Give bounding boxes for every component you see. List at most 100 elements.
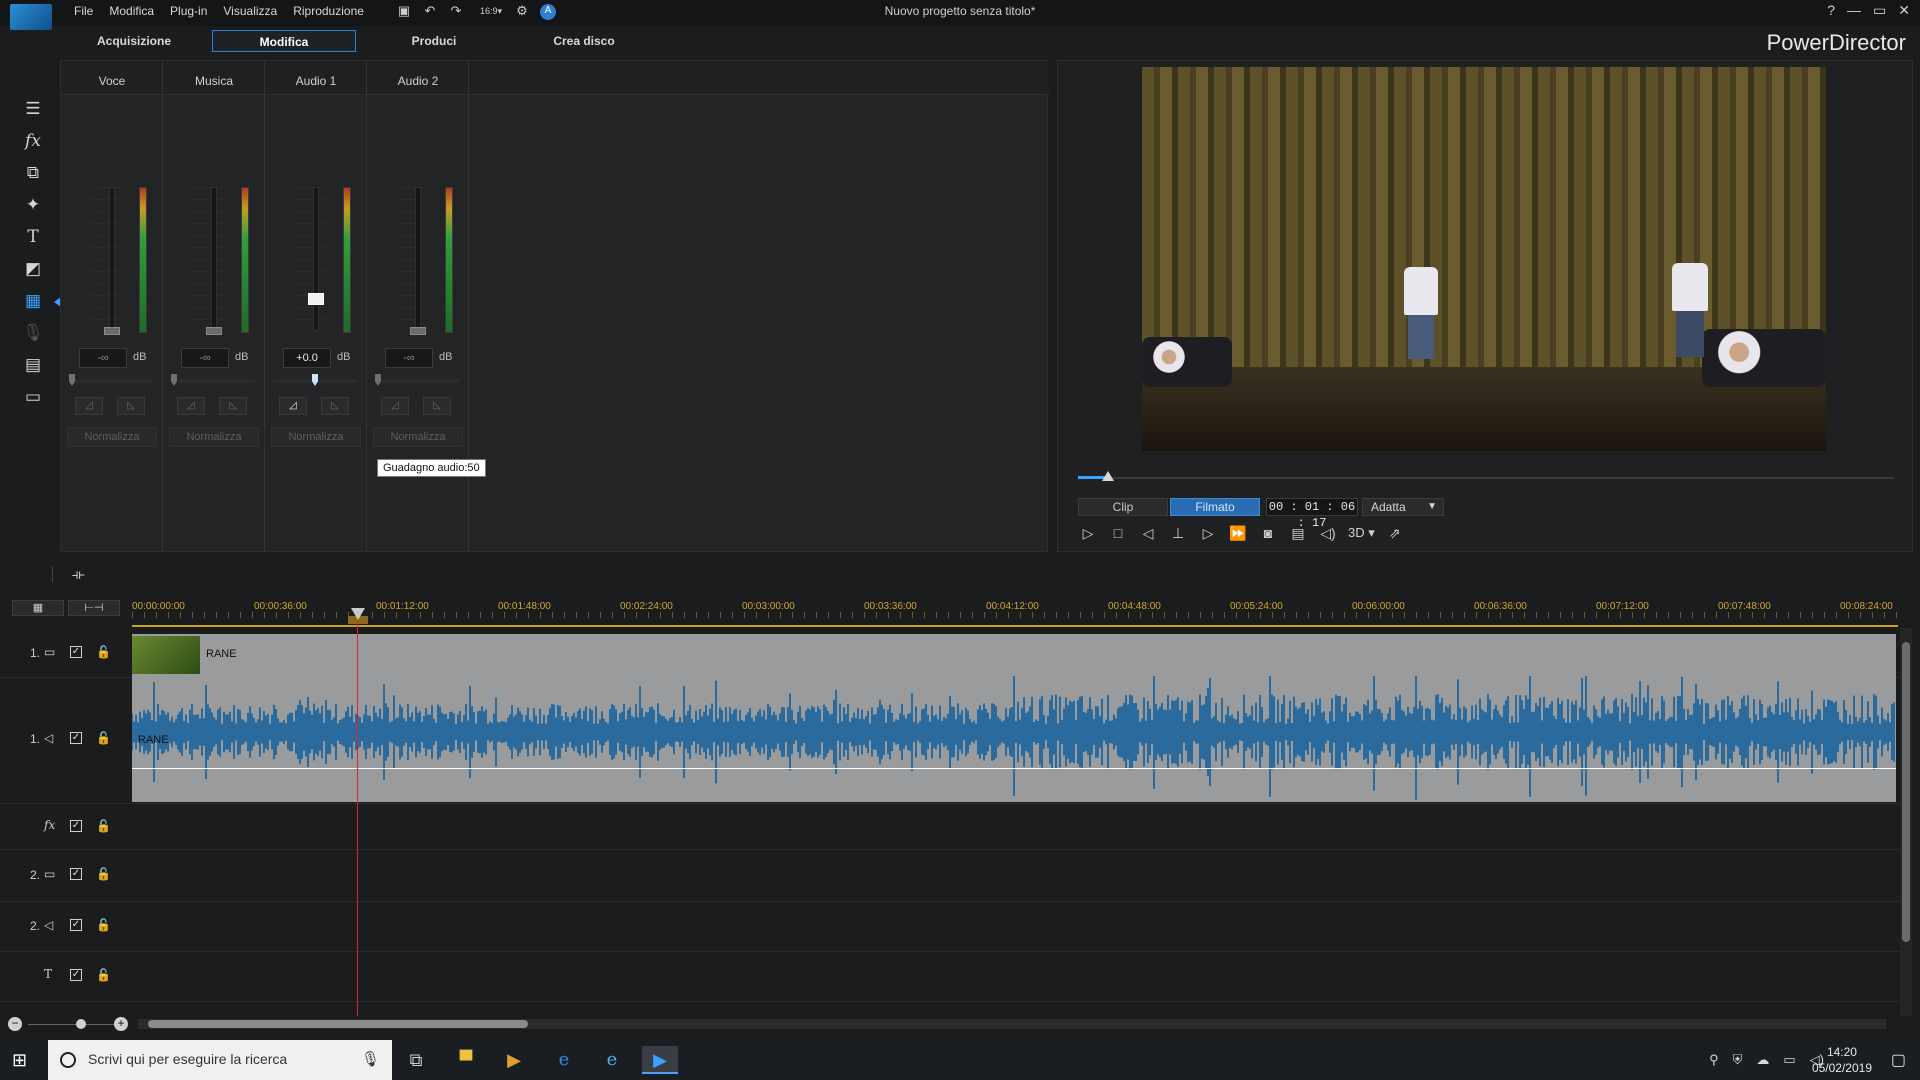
zoom-in-button[interactable]: +: [114, 1017, 128, 1031]
microphone-icon[interactable]: 🎙: [361, 1050, 380, 1068]
video-preview[interactable]: [1142, 67, 1826, 451]
fade-in-button[interactable]: ◿: [279, 397, 307, 415]
split-icon[interactable]: ⊥: [1168, 523, 1188, 543]
volume-fader-thumb[interactable]: [206, 327, 222, 335]
fade-out-button[interactable]: ◺: [117, 397, 145, 415]
track-enable-checkbox[interactable]: ✓: [70, 969, 82, 981]
track-enable-checkbox[interactable]: ✓: [70, 646, 82, 658]
normalize-button[interactable]: Normalizza: [373, 427, 463, 447]
pan-slider-thumb[interactable]: [69, 374, 75, 386]
minimize-icon[interactable]: —: [1847, 2, 1861, 19]
fade-in-button[interactable]: ◿: [177, 397, 205, 415]
media-player-icon[interactable]: ▶: [496, 1046, 532, 1074]
playback-scrubber-track[interactable]: [1078, 477, 1894, 479]
particle-room-icon[interactable]: ✦: [22, 194, 44, 216]
pip-room-icon[interactable]: ⧉: [22, 162, 44, 184]
horizontal-scroll-thumb[interactable]: [148, 1020, 528, 1028]
db-value-field[interactable]: -∞: [181, 348, 229, 368]
fit-view-button[interactable]: ⊢⊣: [68, 600, 120, 616]
snapshot-icon[interactable]: ◙: [1258, 523, 1278, 543]
lock-icon[interactable]: 🔓: [96, 867, 111, 881]
notification-center-icon[interactable]: ▢: [1891, 1050, 1906, 1070]
lock-icon[interactable]: 🔓: [96, 918, 111, 932]
audio-clip[interactable]: RANE: [132, 676, 1896, 802]
powerdirector-taskbar-icon[interactable]: ▶: [642, 1046, 678, 1074]
help-icon[interactable]: ?: [1827, 2, 1835, 19]
tab-modifica[interactable]: Modifica: [212, 30, 356, 52]
fx-room-icon[interactable]: fx: [22, 130, 44, 152]
track-manager-button[interactable]: ▦: [12, 600, 64, 616]
volume-icon[interactable]: ◁): [1318, 523, 1338, 543]
timeline-horizontal-scrollbar[interactable]: [138, 1019, 1886, 1029]
people-icon[interactable]: ⚲: [1709, 1052, 1719, 1068]
lock-icon[interactable]: 🔓: [96, 968, 111, 982]
task-view-icon[interactable]: ⧉: [398, 1046, 434, 1074]
db-value-field[interactable]: +0.0: [283, 348, 331, 368]
fast-forward-icon[interactable]: ⏩: [1228, 523, 1248, 543]
zoom-slider-track[interactable]: [28, 1024, 114, 1025]
clip-mode-button[interactable]: Clip: [1078, 498, 1168, 516]
subtitle-icon[interactable]: ▤: [1288, 523, 1308, 543]
tab-produci[interactable]: Produci: [362, 30, 506, 52]
volume-fader-thumb[interactable]: [308, 293, 324, 305]
fade-out-button[interactable]: ◺: [423, 397, 451, 415]
lock-icon[interactable]: 🔓: [96, 731, 111, 745]
pan-slider-thumb[interactable]: [171, 374, 177, 386]
timeline-ruler[interactable]: ▦ ⊢⊣ 00:00:00:00 00:00:36:00 00:01:12:00 00…: [0, 598, 1920, 618]
zoom-fit-dropdown[interactable]: Adatta ▼: [1362, 498, 1444, 516]
lock-icon[interactable]: 🔓: [96, 819, 111, 833]
taskbar-clock[interactable]: 14:20 05/02/2019: [1812, 1044, 1872, 1076]
previous-frame-icon[interactable]: ◁: [1138, 523, 1158, 543]
play-icon[interactable]: ▷: [1078, 523, 1098, 543]
onedrive-icon[interactable]: ☁: [1756, 1052, 1769, 1068]
restore-icon[interactable]: ▭: [1873, 2, 1886, 19]
playback-scrubber-thumb[interactable]: [1102, 471, 1114, 481]
tab-acquisizione[interactable]: Acquisizione: [62, 30, 206, 52]
zoom-slider-thumb[interactable]: [76, 1019, 86, 1029]
taskbar-search-box[interactable]: Scrivi qui per eseguire la ricerca 🎙: [48, 1040, 392, 1080]
pan-slider-thumb[interactable]: [375, 374, 381, 386]
zoom-out-button[interactable]: −: [8, 1017, 22, 1031]
voice-over-icon[interactable]: 🎙: [22, 322, 44, 344]
timecode-display[interactable]: 00 : 01 : 06 : 17: [1266, 498, 1358, 530]
fade-in-button[interactable]: ◿: [381, 397, 409, 415]
db-value-field[interactable]: -∞: [385, 348, 433, 368]
normalize-button[interactable]: Normalizza: [271, 427, 361, 447]
security-icon[interactable]: ⛨: [1733, 1052, 1743, 1068]
fade-out-button[interactable]: ◺: [321, 397, 349, 415]
video-clip[interactable]: RANE: [132, 634, 1896, 676]
edge-browser-icon[interactable]: e: [546, 1046, 582, 1074]
fit-timeline-icon[interactable]: ⟛: [72, 566, 85, 583]
timeline-vertical-scrollbar[interactable]: [1900, 628, 1912, 1016]
pan-slider-thumb[interactable]: [312, 374, 318, 386]
track-enable-checkbox[interactable]: ✓: [70, 868, 82, 880]
db-value-field[interactable]: -∞: [79, 348, 127, 368]
close-icon[interactable]: ✕: [1898, 2, 1910, 19]
audio-mixing-room-icon[interactable]: ▦: [22, 290, 44, 312]
windows-start-icon[interactable]: ⊞: [12, 1050, 27, 1071]
chapter-room-icon[interactable]: ▤: [22, 354, 44, 376]
volume-fader-thumb[interactable]: [410, 327, 426, 335]
stop-icon[interactable]: □: [1108, 523, 1128, 543]
tab-crea-disco[interactable]: Crea disco: [512, 30, 656, 52]
file-explorer-icon[interactable]: ▀: [448, 1046, 484, 1074]
volume-envelope-line[interactable]: [132, 768, 1896, 769]
3d-mode-button[interactable]: 3D ▾: [1348, 523, 1375, 543]
internet-explorer-icon[interactable]: e: [594, 1046, 630, 1074]
track-enable-checkbox[interactable]: ✓: [70, 732, 82, 744]
normalize-button[interactable]: Normalizza: [67, 427, 157, 447]
fade-in-button[interactable]: ◿: [75, 397, 103, 415]
normalize-button[interactable]: Normalizza: [169, 427, 259, 447]
next-frame-icon[interactable]: ▷: [1198, 523, 1218, 543]
media-room-icon[interactable]: ☰: [22, 98, 44, 120]
vertical-scroll-thumb[interactable]: [1902, 642, 1910, 942]
movie-mode-button[interactable]: Filmato: [1170, 498, 1260, 516]
subtitle-room-icon[interactable]: ▭: [22, 386, 44, 408]
track-enable-checkbox[interactable]: ✓: [70, 820, 82, 832]
network-icon[interactable]: ▭: [1783, 1052, 1795, 1068]
fade-out-button[interactable]: ◺: [219, 397, 247, 415]
volume-fader-thumb[interactable]: [104, 327, 120, 335]
title-room-icon[interactable]: T: [22, 226, 44, 248]
lock-icon[interactable]: 🔓: [96, 645, 111, 659]
transition-room-icon[interactable]: ◩: [22, 258, 44, 280]
